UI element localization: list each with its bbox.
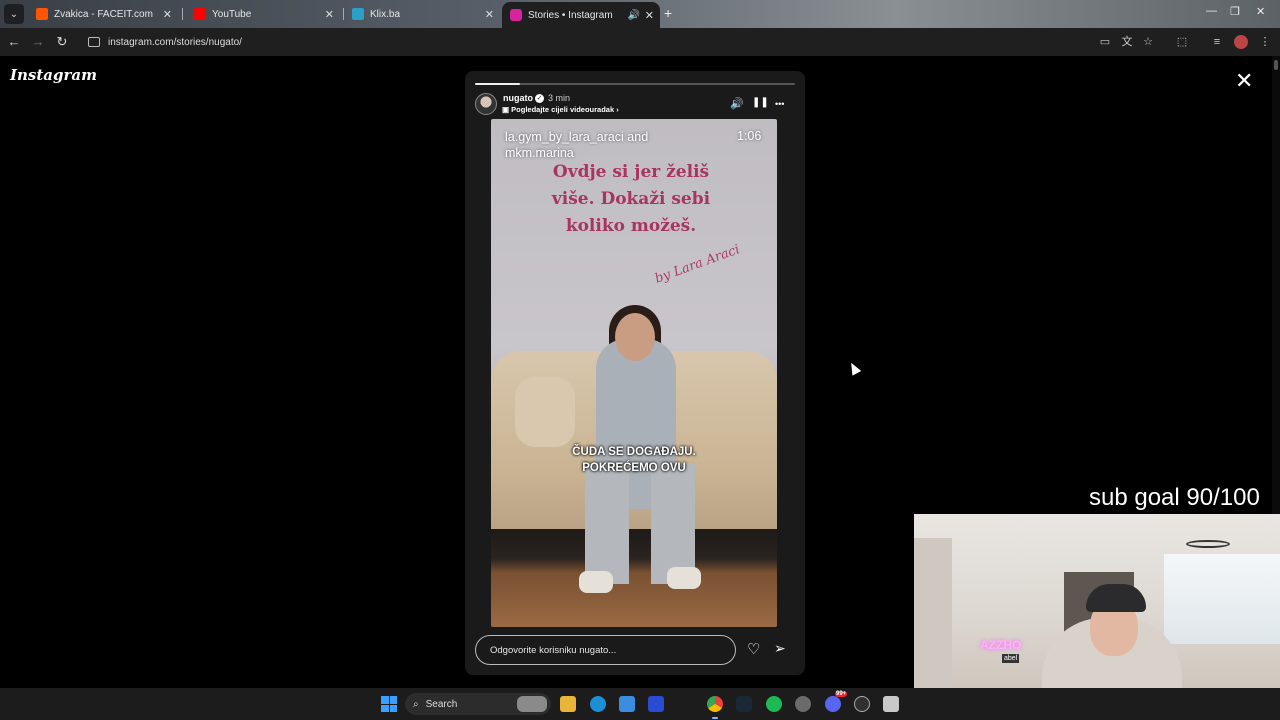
restore-icon[interactable]: ❐ xyxy=(1230,5,1240,18)
back-icon[interactable]: ← xyxy=(6,34,22,49)
url-text: instagram.com/stories/nugato/ xyxy=(108,36,242,48)
tab-search-button[interactable]: ⌄ xyxy=(4,4,24,24)
chrome-icon[interactable] xyxy=(707,696,723,712)
taskbar-search[interactable]: ⌕ Search xyxy=(405,693,551,715)
video-icon: ▣ xyxy=(502,105,512,114)
sub-goal-overlay: sub goal 90/100 xyxy=(1089,484,1260,511)
search-icon: ⌕ xyxy=(413,698,419,710)
person-head xyxy=(615,313,655,361)
klix-favicon-icon xyxy=(352,8,364,20)
reload-icon[interactable]: ↻ xyxy=(54,34,70,50)
webcam-cap xyxy=(1086,584,1146,612)
tab-instagram[interactable]: Stories • Instagram 🔊 ✕ xyxy=(502,2,660,28)
new-tab-button[interactable]: + xyxy=(664,5,672,21)
tool-icon[interactable] xyxy=(883,696,899,712)
discord-icon[interactable]: 99+ xyxy=(825,691,848,712)
file-explorer-icon[interactable] xyxy=(560,696,576,712)
instagram-favicon-icon xyxy=(510,9,522,21)
avatar[interactable] xyxy=(475,93,497,115)
reply-input[interactable]: Odgovorite korisniku nugato... xyxy=(475,635,736,665)
notification-badge: 99+ xyxy=(835,691,848,697)
tab-close-icon[interactable]: ✕ xyxy=(325,8,334,21)
profile-avatar-icon[interactable] xyxy=(1234,35,1248,49)
webcam-window xyxy=(1164,554,1280,644)
heart-icon[interactable]: ♡ xyxy=(747,640,760,658)
media-duration: 1:06 xyxy=(737,129,762,143)
tab-faceit[interactable]: Zvakica - FACEIT.com ✕ xyxy=(28,3,178,25)
verified-badge-icon: ✓ xyxy=(535,94,544,103)
taskbar: ⌕ Search 99+ xyxy=(0,688,1280,720)
webcam-neon-sign: AZZHO xyxy=(980,638,1022,652)
tab-title: Stories • Instagram xyxy=(528,9,613,21)
watch-full-video-label: Pogledajte cijeli videouradak xyxy=(511,105,615,114)
close-window-icon[interactable]: ✕ xyxy=(1256,5,1265,18)
story-progress-fill xyxy=(475,83,520,85)
tab-title: Klix.ba xyxy=(370,8,401,20)
tab-klix[interactable]: Klix.ba ✕ xyxy=(344,3,500,25)
tab-title: Zvakica - FACEIT.com xyxy=(54,8,153,20)
browser-toolbar: ← → ↻ instagram.com/stories/nugato/ ▭ 文 … xyxy=(0,28,1280,56)
cast-icon[interactable]: ▭ xyxy=(1098,35,1112,49)
story-progress-bar xyxy=(475,83,795,85)
video-subtitle: ČUDA SE DOGAĐAJU. POKREĆEMO OVU xyxy=(534,444,734,476)
watch-full-video-link[interactable]: ▣ Pogledajte cijeli videouradak › xyxy=(502,105,619,114)
subtitle-line: POKREĆEMO OVU xyxy=(582,462,686,474)
youtube-favicon-icon xyxy=(194,8,206,20)
tab-audio-icon[interactable]: 🔊 xyxy=(628,10,640,21)
more-options-icon[interactable]: ••• xyxy=(775,99,784,109)
person-shoe xyxy=(667,567,701,589)
tab-strip: ⌄ Zvakica - FACEIT.com ✕ YouTube ✕ Klix.… xyxy=(0,0,1280,28)
steam-icon[interactable] xyxy=(736,696,752,712)
wall-signature: by Lara Araci xyxy=(652,242,742,287)
extensions-icon[interactable]: ⬚ xyxy=(1175,35,1189,49)
media-control-icon[interactable]: ≡ xyxy=(1210,35,1224,49)
bookmark-star-icon[interactable]: ☆ xyxy=(1141,35,1155,49)
story-card[interactable]: nugato ✓ 3 min ▣ Pogledajte cijeli video… xyxy=(465,71,805,675)
story-username[interactable]: nugato xyxy=(503,93,533,103)
obs-icon[interactable] xyxy=(854,696,870,712)
sofa-pillow xyxy=(515,377,575,447)
tab-youtube[interactable]: YouTube ✕ xyxy=(186,3,340,25)
webcam-ceiling-lamp xyxy=(1186,540,1230,548)
person-shoe xyxy=(579,571,613,593)
minimize-icon[interactable]: — xyxy=(1206,5,1217,17)
spotify-icon[interactable] xyxy=(766,696,782,712)
translate-icon[interactable]: 文 xyxy=(1120,35,1134,49)
tab-separator xyxy=(182,8,183,20)
instagram-logo[interactable]: Instagram xyxy=(10,66,97,84)
site-info-icon[interactable] xyxy=(88,37,100,47)
active-app-indicator xyxy=(712,717,718,719)
forward-icon[interactable]: → xyxy=(30,34,46,49)
chevron-right-icon: › xyxy=(616,105,619,114)
webcam-small-sign: abel xyxy=(1002,654,1020,663)
edge-icon[interactable] xyxy=(590,696,606,712)
menu-kebab-icon[interactable]: ⋮ xyxy=(1258,35,1272,49)
tab-close-icon[interactable]: ✕ xyxy=(485,8,494,21)
search-highlight-image xyxy=(517,696,547,712)
subtitle-line: ČUDA SE DOGAĐAJU. xyxy=(572,446,696,458)
wall-text: Ovdje si jer želiš više. Dokaži sebi kol… xyxy=(551,162,711,236)
story-timestamp: 3 min xyxy=(548,93,571,103)
sketch-app-icon[interactable] xyxy=(648,696,664,712)
story-media[interactable]: Ovdje si jer želiš više. Dokaži sebi kol… xyxy=(491,119,777,627)
sound-icon[interactable]: 🔊 xyxy=(730,97,744,110)
tab-close-icon[interactable]: ✕ xyxy=(163,8,172,21)
pause-icon[interactable]: ❚❚ xyxy=(752,97,769,108)
store-icon[interactable] xyxy=(619,696,635,712)
tab-close-icon[interactable]: ✕ xyxy=(645,9,654,22)
scrollbar-thumb[interactable] xyxy=(1274,60,1278,70)
taskbar-search-label: Search xyxy=(425,698,458,710)
close-story-icon[interactable]: ✕ xyxy=(1235,70,1253,92)
faceit-favicon-icon xyxy=(36,8,48,20)
address-bar[interactable]: instagram.com/stories/nugato/ xyxy=(80,31,1090,53)
tab-title: YouTube xyxy=(212,8,252,20)
send-icon[interactable]: ➢ xyxy=(774,640,786,657)
settings-icon[interactable] xyxy=(795,696,811,712)
media-caption: la.gym_by_lara_araci and mkm.marina xyxy=(505,130,649,160)
person-legs xyxy=(585,464,695,584)
mouse-cursor xyxy=(846,360,862,376)
windows-start-icon[interactable] xyxy=(381,696,397,712)
